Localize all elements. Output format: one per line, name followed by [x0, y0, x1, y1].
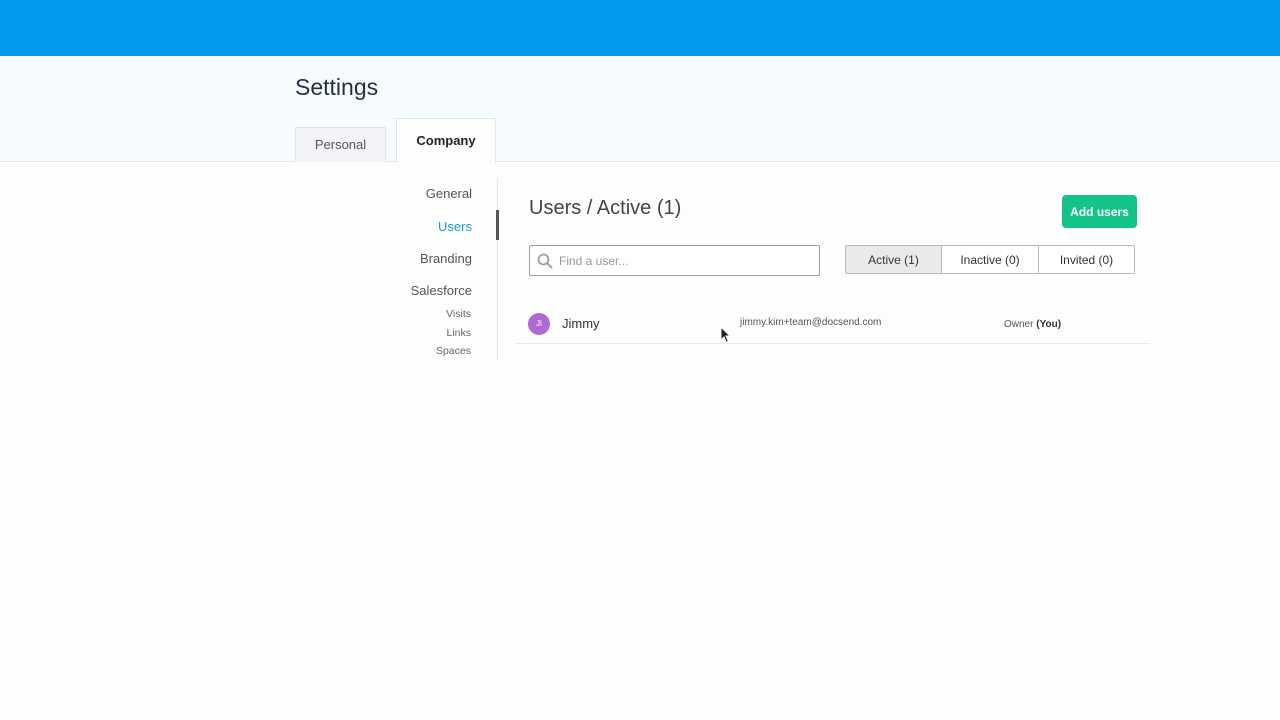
role-label: Owner [1004, 319, 1037, 330]
sidebar-subitem-links[interactable]: Links [446, 327, 471, 339]
search-input[interactable] [559, 246, 815, 275]
avatar: Ji [528, 313, 550, 335]
user-role: Owner (You) [1004, 319, 1061, 330]
sidebar-subitem-visits[interactable]: Visits [446, 308, 471, 320]
user-name: Jimmy [562, 316, 600, 331]
table-row[interactable]: Ji Jimmy jimmy.kim+team@docsend.com Owne… [516, 305, 1150, 344]
sidebar-subitem-spaces[interactable]: Spaces [436, 345, 471, 357]
role-you-badge: (You) [1036, 319, 1062, 330]
page-title: Settings [295, 74, 379, 100]
filter-active-button[interactable]: Active (1) [845, 245, 942, 274]
status-filter-group: Active (1) Inactive (0) Invited (0) [845, 245, 1135, 274]
section-title: Users / Active (1) [529, 197, 682, 219]
top-bar [0, 0, 1280, 56]
sidebar-item-salesforce[interactable]: Salesforce [411, 283, 472, 298]
sidebar-item-branding[interactable]: Branding [420, 251, 472, 266]
user-search-box[interactable] [529, 245, 820, 276]
sidebar-item-general[interactable]: General [426, 186, 472, 201]
filter-inactive-button[interactable]: Inactive (0) [941, 245, 1039, 274]
add-users-button[interactable]: Add users [1062, 195, 1137, 228]
filter-invited-button[interactable]: Invited (0) [1038, 245, 1135, 274]
tab-company[interactable]: Company [396, 118, 496, 163]
tab-personal[interactable]: Personal [295, 127, 386, 162]
settings-sidebar: General Users Branding Salesforce Visits… [380, 178, 499, 360]
user-email: jimmy.kim+team@docsend.com [740, 317, 882, 328]
active-nav-indicator [496, 210, 499, 240]
settings-header [0, 56, 1280, 162]
mouse-cursor-icon [720, 326, 732, 344]
search-icon [537, 253, 553, 269]
sidebar-item-users[interactable]: Users [438, 219, 472, 234]
